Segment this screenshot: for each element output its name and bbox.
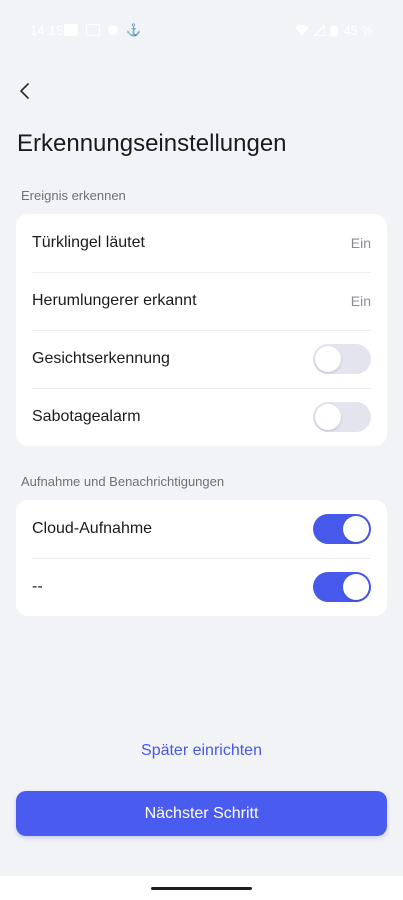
row-loiterer-detected[interactable]: Herumlungerer erkannt Ein — [16, 272, 387, 330]
section-label-detect: Ereignis erkennen — [21, 188, 126, 203]
row-label: Sabotagealarm — [32, 408, 141, 425]
row-label: Türklingel läutet — [32, 234, 145, 251]
battery-icon — [330, 24, 338, 36]
record-settings-card: Cloud-Aufnahme -- — [16, 500, 387, 616]
toggle-knob — [315, 346, 341, 372]
row-value: Ein — [350, 235, 371, 251]
row-label: Herumlungerer erkannt — [32, 292, 197, 309]
face-recognition-toggle[interactable] — [313, 344, 371, 374]
wifi-icon — [295, 25, 310, 36]
row-face-recognition: Gesichtserkennung — [16, 330, 387, 388]
signal-icon — [314, 25, 326, 36]
anchor-icon: ⚓ — [126, 23, 141, 37]
system-status: 45 % — [295, 23, 373, 38]
row-label: Cloud-Aufnahme — [32, 520, 153, 537]
chat-icon — [108, 25, 118, 35]
row-label: -- — [32, 578, 43, 595]
status-bar: 14:15 ⚓ 45 % — [0, 0, 403, 64]
toggle-knob — [343, 516, 369, 542]
message-icon — [64, 24, 78, 36]
notification-toggle[interactable] — [313, 572, 371, 602]
setup-later-link[interactable]: Später einrichten — [0, 742, 403, 760]
row-notification: -- — [16, 558, 387, 616]
section-label-record: Aufnahme und Benachrichtigungen — [21, 474, 225, 489]
notification-icons: ⚓ — [64, 23, 141, 37]
back-button[interactable] — [12, 78, 38, 104]
row-doorbell-ring[interactable]: Türklingel läutet Ein — [16, 214, 387, 272]
next-step-button[interactable]: Nächster Schritt — [16, 791, 387, 836]
row-label: Gesichtserkennung — [32, 350, 170, 367]
navigation-bar — [0, 876, 403, 900]
chevron-left-icon — [20, 83, 29, 99]
cloud-recording-toggle[interactable] — [313, 514, 371, 544]
app-icon — [86, 24, 100, 36]
status-time: 14:15 — [30, 23, 64, 38]
home-indicator[interactable] — [151, 887, 252, 890]
row-cloud-recording: Cloud-Aufnahme — [16, 500, 387, 558]
toggle-knob — [315, 404, 341, 430]
battery-percent: 45 % — [343, 23, 373, 38]
row-tamper-alarm: Sabotagealarm — [16, 388, 387, 446]
toggle-knob — [343, 574, 369, 600]
row-value: Ein — [350, 293, 371, 309]
page-title: Erkennungseinstellungen — [17, 130, 287, 157]
tamper-alarm-toggle[interactable] — [313, 402, 371, 432]
detect-settings-card: Türklingel läutet Ein Herumlungerer erka… — [16, 214, 387, 446]
